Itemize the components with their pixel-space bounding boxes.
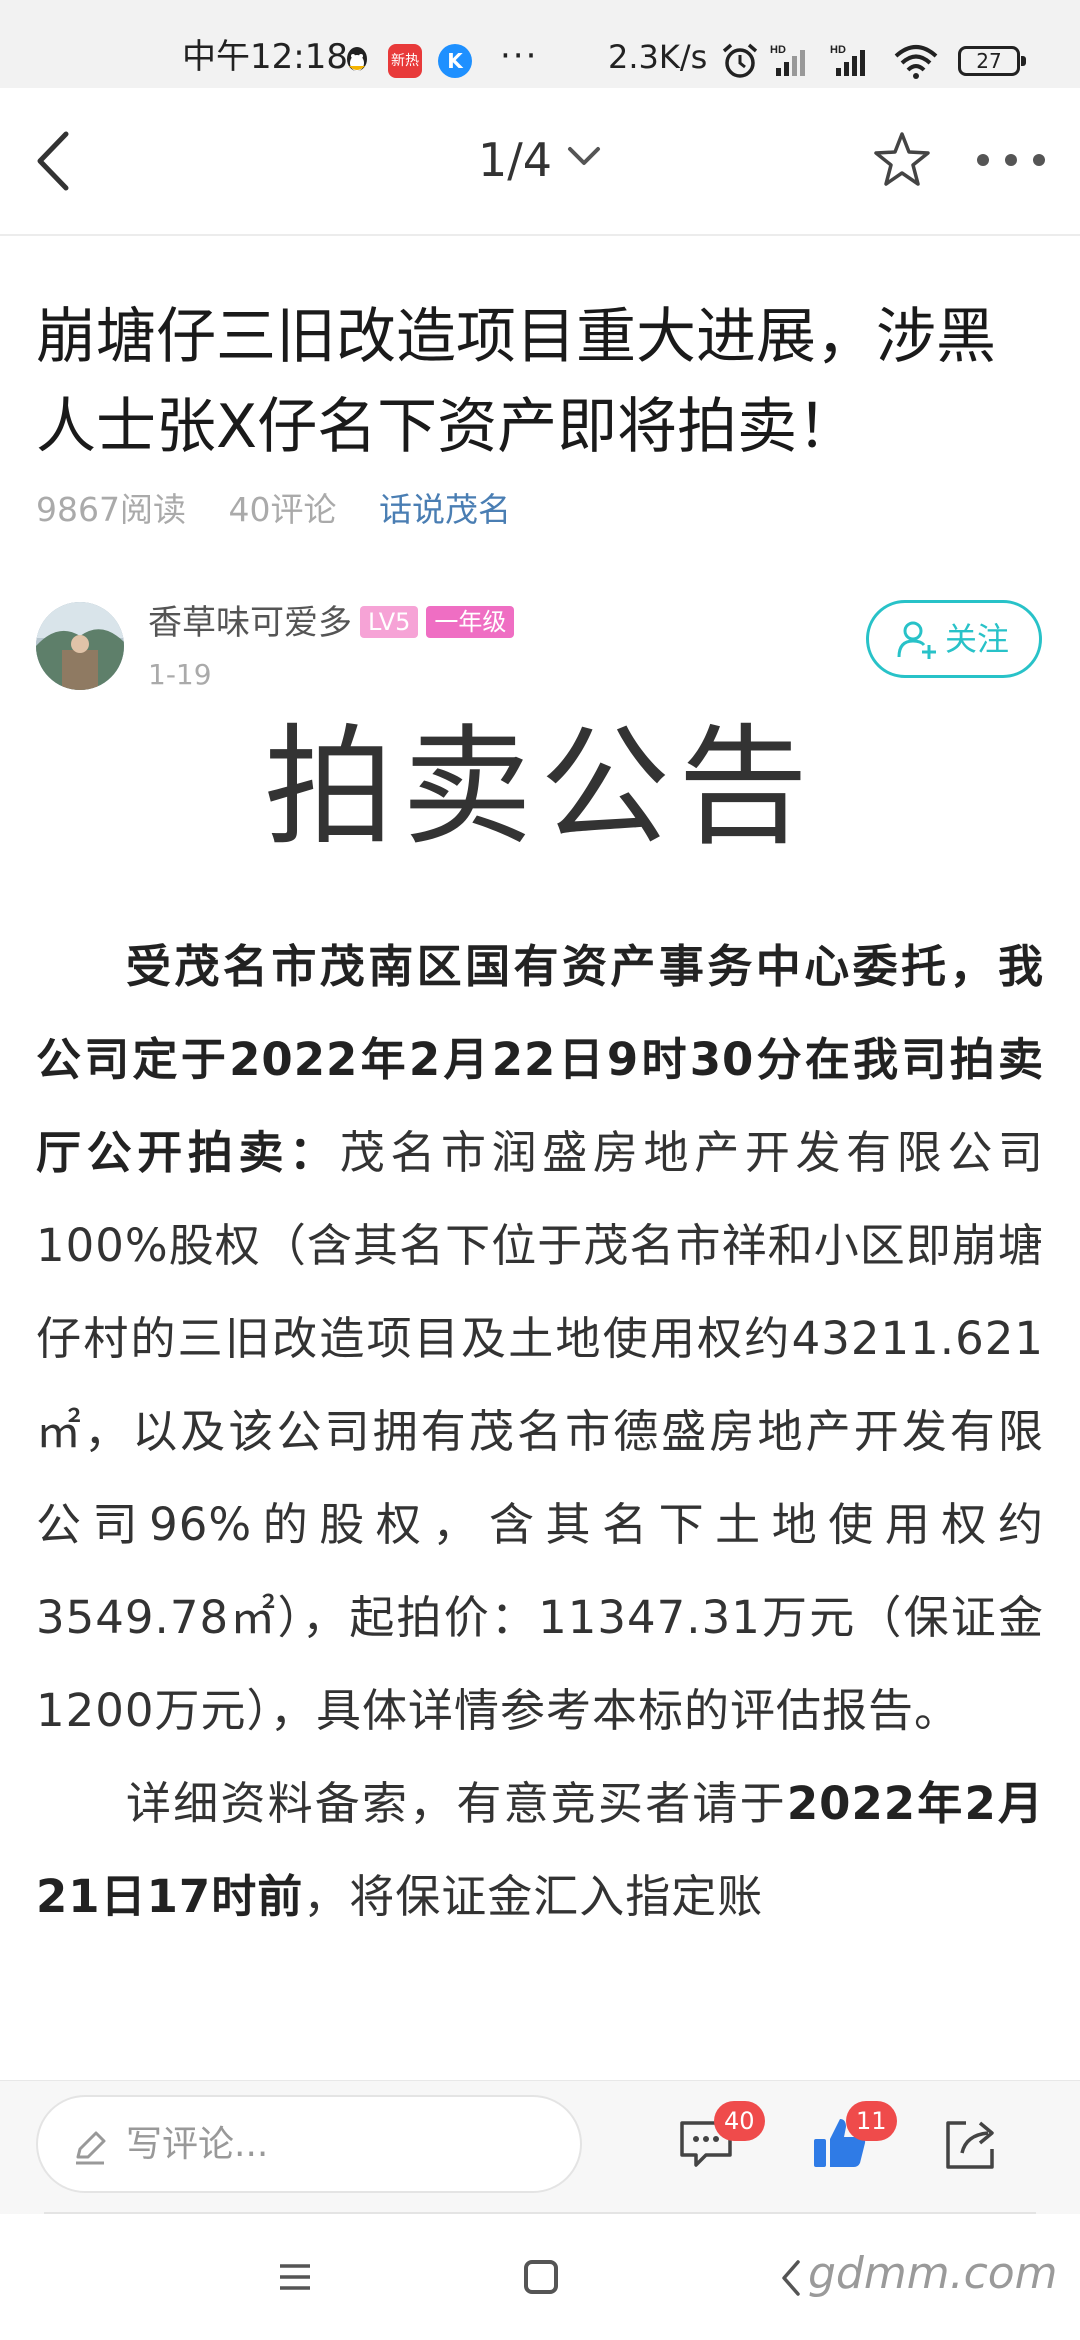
level-badge: LV5 xyxy=(360,606,419,638)
signal-hd-icon-2: HD xyxy=(830,44,865,76)
comment-bar: 写评论... 40 11 xyxy=(0,2080,1080,2214)
comment-count-badge: 40 xyxy=(714,2101,765,2141)
status-more-icon: ··· xyxy=(500,36,539,76)
svg-text:HD: HD xyxy=(830,44,846,56)
author-name[interactable]: 香草味可爱多 xyxy=(148,603,352,643)
comment-input[interactable]: 写评论... xyxy=(36,2095,582,2193)
pencil-icon xyxy=(76,2131,106,2165)
comment-count[interactable]: 40评论 xyxy=(228,490,336,529)
top-nav-bar: 1/4 xyxy=(0,88,1080,236)
more-options-icon[interactable] xyxy=(975,152,1047,168)
svg-text:HD: HD xyxy=(770,44,786,56)
share-icon[interactable] xyxy=(942,2113,1000,2173)
announcement-heading: 拍卖公告 xyxy=(263,711,816,863)
paragraph-1-text: 茂名市润盛房地产开发有限公司100%股权（含其名下位于茂名市祥和小区即崩塘仔村的… xyxy=(36,1126,1044,1737)
watermark: gdmm.com xyxy=(808,2248,1058,2299)
wifi-icon xyxy=(894,45,938,79)
qq-icon xyxy=(340,44,374,78)
paragraph-1: 受茂名市茂南区国有资产事务中心委托，我公司定于2022年2月22日9时30分在我… xyxy=(36,920,1044,1757)
network-speed: 2.3K/s xyxy=(608,38,708,76)
like-count-badge: 11 xyxy=(846,2101,897,2141)
battery-indicator: 27 xyxy=(958,46,1026,76)
chevron-down-icon[interactable] xyxy=(566,144,602,168)
post-date: 1-19 xyxy=(148,658,212,691)
paragraph-2-text: ，将保证金汇入指定账 xyxy=(303,1870,764,1923)
alarm-icon xyxy=(722,43,758,78)
article-meta: 9867阅读 40评论 话说茂名 xyxy=(36,486,543,534)
forum-link[interactable]: 话说茂名 xyxy=(379,490,511,529)
system-nav-bar: gdmm.com xyxy=(0,2214,1080,2340)
page-indicator[interactable]: 1/4 xyxy=(478,130,552,190)
status-time: 中午12:18 xyxy=(182,37,348,77)
author-row: 香草味可爱多 LV5 一年级 1-19 关注 xyxy=(36,600,1046,700)
home-icon[interactable] xyxy=(524,2260,558,2294)
comment-placeholder: 写评论... xyxy=(126,2124,269,2165)
add-user-icon xyxy=(897,621,936,659)
article-body: 受茂名市茂南区国有资产事务中心委托，我公司定于2022年2月22日9时30分在我… xyxy=(36,920,1044,1943)
read-count: 9867阅读 xyxy=(36,490,186,529)
favorite-star-icon[interactable] xyxy=(870,128,934,192)
follow-label: 关注 xyxy=(945,620,1010,658)
k-app-icon: K xyxy=(438,44,472,78)
system-back-icon[interactable] xyxy=(780,2258,804,2298)
avatar[interactable] xyxy=(36,602,124,690)
paragraph-2: 详细资料备索，有意竞买者请于2022年2月21日17时前，将保证金汇入指定账 xyxy=(36,1757,1044,1943)
news-app-icon: 新热 xyxy=(388,44,422,78)
signal-hd-icon-1: HD xyxy=(770,44,805,76)
grade-badge: 一年级 xyxy=(426,606,515,638)
back-icon[interactable] xyxy=(28,126,88,196)
follow-button[interactable]: 关注 xyxy=(866,600,1042,678)
menu-icon[interactable] xyxy=(278,2262,312,2292)
status-bar: 中午12:18 新热 K ··· 2.3K/s HD HD 27 xyxy=(0,0,1080,88)
article-title: 崩塘仔三旧改造项目重大进展，涉黑人士张X仔名下资产即将拍卖！ xyxy=(36,302,996,462)
author-name-line: 香草味可爱多 LV5 一年级 xyxy=(148,600,515,646)
paragraph-2-start: 详细资料备索，有意竞买者请于 xyxy=(126,1777,787,1830)
